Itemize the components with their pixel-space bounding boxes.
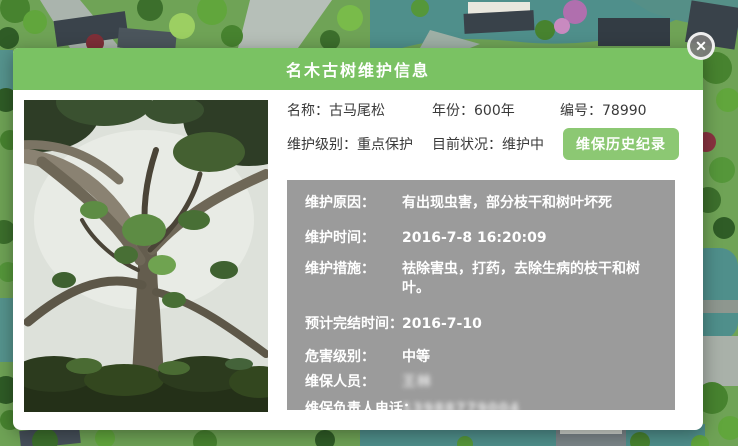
measures-label: 维护措施：: [305, 260, 402, 298]
id-value: 78990: [602, 103, 647, 119]
maintenance-panel: 维护原因： 有出现虫害，部分枝干和树叶坏死 维护时间： 2016-7-8 16:…: [287, 180, 675, 410]
status-value: 维护中: [502, 137, 544, 153]
maintenance-row: 危害级别： 中等: [305, 348, 661, 367]
tree-maintenance-dialog: 名木古树维护信息 ✕: [13, 48, 703, 430]
level-field: 维护级别：重点保护: [287, 134, 432, 154]
maintenance-row: 维护时间： 2016-7-8 16:20:09: [305, 229, 661, 248]
name-label: 名称：: [287, 103, 329, 119]
hazard-level-label: 危害级别：: [305, 348, 402, 367]
finish-time-label: 预计完结时间：: [305, 315, 402, 334]
hazard-level-value: 中等: [402, 348, 661, 367]
staff-label: 维保人员：: [305, 373, 402, 392]
year-label: 年份：: [432, 103, 474, 119]
maintenance-row: 维护措施： 祛除害虫，打药，去除生病的枝干和树叶。: [305, 260, 661, 298]
maintenance-row: 维保人员： 王林: [305, 373, 661, 392]
status-field: 目前状况：维护中: [432, 134, 563, 154]
dialog-title: 名木古树维护信息: [286, 57, 430, 81]
dialog-body: 名称：古马尾松 年份：600年 编号：78990 维护级别：重点保护 目前状况：…: [13, 90, 703, 430]
id-field: 编号：78990: [560, 100, 647, 120]
year-field: 年份：600年: [432, 100, 560, 120]
maintenance-history-button[interactable]: 维保历史纪录: [563, 128, 679, 160]
name-value: 古马尾松: [329, 103, 385, 119]
level-label: 维护级别：: [287, 137, 357, 153]
status-label: 目前状况：: [432, 137, 502, 153]
tree-photo-illustration: [24, 100, 268, 412]
name-field: 名称：古马尾松: [287, 100, 432, 120]
maintenance-row: 维保负责人电话： 13988779004: [305, 400, 661, 419]
info-row-status: 维护级别：重点保护 目前状况：维护中 维保历史纪录: [287, 131, 679, 157]
contact-phone-label: 维保负责人电话：: [305, 400, 402, 419]
time-label: 维护时间：: [305, 229, 402, 248]
tree-info-section: 名称：古马尾松 年份：600年 编号：78990 维护级别：重点保护 目前状况：…: [287, 95, 679, 157]
year-value: 600年: [474, 103, 515, 119]
tree-photo: [24, 100, 268, 412]
reason-value: 有出现虫害，部分枝干和树叶坏死: [402, 194, 661, 213]
finish-time-value: 2016-7-10: [402, 315, 661, 334]
contact-phone-value-redacted: 13988779004: [402, 400, 661, 419]
level-value: 重点保护: [357, 137, 413, 153]
dialog-header: 名木古树维护信息: [13, 48, 703, 90]
measures-value: 祛除害虫，打药，去除生病的枝干和树叶。: [402, 260, 661, 298]
reason-label: 维护原因：: [305, 194, 402, 213]
maintenance-row: 维护原因： 有出现虫害，部分枝干和树叶坏死: [305, 194, 661, 213]
close-icon[interactable]: ✕: [687, 32, 715, 60]
maintenance-row: 预计完结时间： 2016-7-10: [305, 315, 661, 334]
info-row-basic: 名称：古马尾松 年份：600年 编号：78990: [287, 97, 679, 123]
id-label: 编号：: [560, 103, 602, 119]
time-value: 2016-7-8 16:20:09: [402, 229, 661, 248]
staff-value-redacted: 王林: [402, 373, 661, 392]
